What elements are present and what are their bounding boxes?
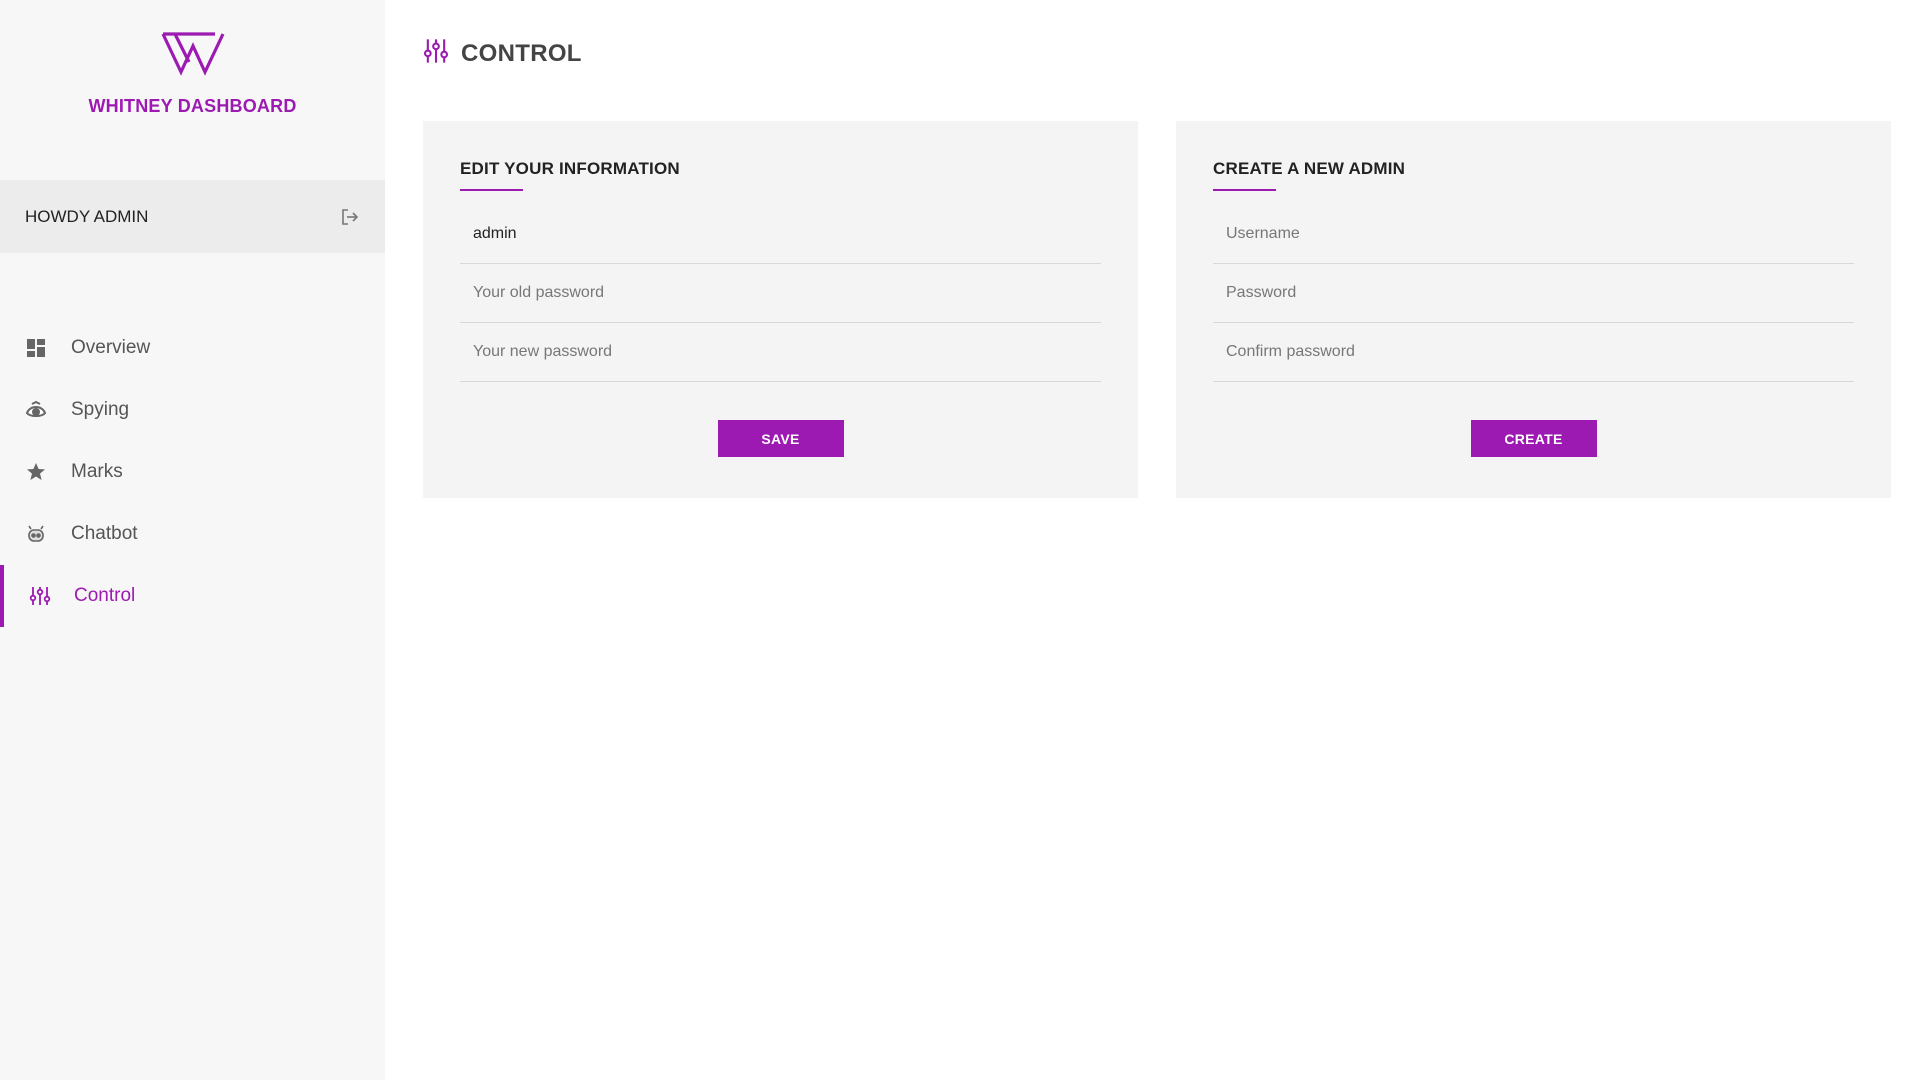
sidebar-item-spying[interactable]: Spying (0, 379, 385, 441)
old-password-input[interactable] (473, 284, 1088, 302)
cards-row: EDIT YOUR INFORMATION SAVE (423, 121, 1920, 498)
logout-icon[interactable] (339, 206, 361, 228)
user-greeting: HOWDY ADMIN (25, 206, 149, 226)
edit-info-form (460, 205, 1101, 382)
new-password-field-wrapper (460, 323, 1101, 382)
save-button-row: SAVE (460, 420, 1101, 457)
brand: WHITNEY DASHBOARD (0, 0, 385, 180)
create-button[interactable]: CREATE (1470, 420, 1597, 457)
card-title: CREATE A NEW ADMIN (1213, 159, 1406, 178)
title-underline (1213, 189, 1276, 191)
page-header: CONTROL (423, 0, 1920, 110)
confirm-password-input[interactable] (1226, 343, 1841, 361)
create-admin-form (1213, 205, 1854, 382)
sidebar-nav: Overview Spying Marks Chatbot Control (0, 317, 385, 627)
username-field-wrapper (460, 205, 1101, 264)
sliders-icon (423, 37, 449, 70)
sidebar-item-chatbot[interactable]: Chatbot (0, 503, 385, 565)
sliders-icon (29, 585, 51, 607)
sidebar-item-label: Control (74, 585, 136, 606)
robot-icon (25, 523, 47, 545)
sidebar-item-label: Spying (71, 399, 130, 420)
user-bar: HOWDY ADMIN (0, 180, 385, 253)
sidebar-item-label: Chatbot (71, 523, 138, 544)
brand-name: WHITNEY DASHBOARD (88, 96, 297, 116)
current-username-input[interactable] (473, 225, 1088, 243)
new-admin-username-input[interactable] (1226, 225, 1841, 243)
whitney-logo-icon (161, 32, 224, 76)
save-button[interactable]: SAVE (717, 420, 844, 457)
sidebar: WHITNEY DASHBOARD HOWDY ADMIN Overview S… (0, 0, 385, 1080)
star-icon (25, 461, 47, 483)
main-content: CONTROL EDIT YOUR INFORMATION admin SAVE… (385, 0, 1920, 1080)
sidebar-item-label: Overview (71, 337, 151, 358)
sidebar-item-overview[interactable]: Overview (0, 317, 385, 379)
old-password-field-wrapper (460, 264, 1101, 323)
new-admin-password-field-wrapper (1213, 264, 1854, 323)
new-username-field-wrapper (1213, 205, 1854, 264)
app-root: WHITNEY DASHBOARD HOWDY ADMIN Overview S… (0, 0, 1920, 1080)
sidebar-item-marks[interactable]: Marks (0, 441, 385, 503)
edit-info-card: EDIT YOUR INFORMATION SAVE (423, 121, 1138, 498)
title-underline (460, 189, 523, 191)
eye-icon (25, 399, 47, 421)
new-password-input[interactable] (473, 343, 1088, 361)
dashboard-grid-icon (25, 337, 47, 359)
confirm-password-field-wrapper (1213, 323, 1854, 382)
sidebar-item-control[interactable]: Control (0, 565, 385, 627)
card-title: EDIT YOUR INFORMATION (460, 159, 680, 178)
create-admin-card: CREATE A NEW ADMIN CREATE (1176, 121, 1891, 498)
page-title: CONTROL (461, 39, 582, 67)
create-button-row: CREATE (1213, 420, 1854, 457)
new-admin-password-input[interactable] (1226, 284, 1841, 302)
sidebar-item-label: Marks (71, 461, 123, 482)
